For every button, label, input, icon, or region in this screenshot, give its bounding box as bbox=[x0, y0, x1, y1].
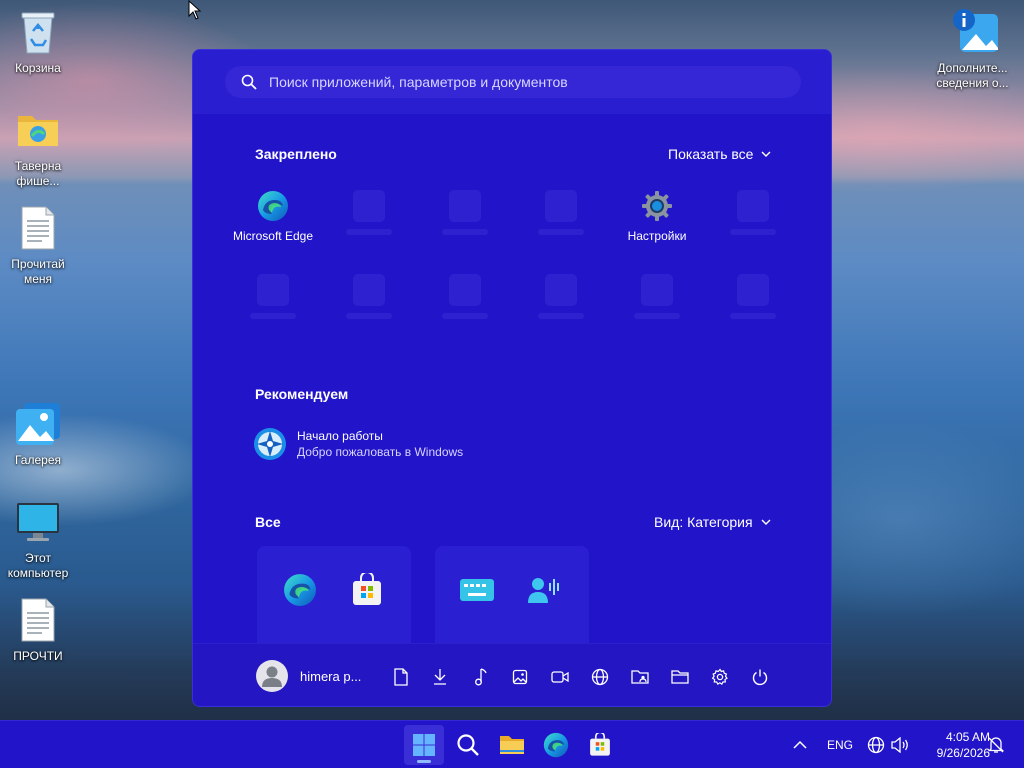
taskbar-store[interactable] bbox=[580, 725, 620, 765]
network-globe-icon[interactable] bbox=[866, 735, 886, 755]
desktop-icon-readme[interactable]: Прочитай меня bbox=[0, 204, 76, 287]
clock[interactable]: 4:05 AM 9/26/2026 bbox=[918, 729, 990, 761]
taskbar-search-button[interactable] bbox=[448, 725, 488, 765]
videos-icon[interactable] bbox=[550, 667, 570, 687]
info-icon bbox=[952, 8, 1000, 56]
pinned-section-title: Закреплено bbox=[255, 146, 337, 162]
text-file-icon bbox=[14, 596, 62, 644]
language-indicator[interactable]: ENG bbox=[827, 738, 853, 752]
search-box[interactable]: Поиск приложений, параметров и документо… bbox=[225, 66, 801, 98]
search-input[interactable]: Поиск приложений, параметров и документо… bbox=[269, 74, 568, 90]
personal-folder-icon[interactable] bbox=[630, 667, 650, 687]
pinned-placeholder bbox=[705, 182, 801, 254]
pinned-placeholder bbox=[705, 266, 801, 338]
voice-access-icon bbox=[526, 572, 562, 608]
desktop-icon-label: Корзина bbox=[15, 61, 61, 75]
music-icon[interactable] bbox=[471, 667, 491, 687]
desktop-icon-folder[interactable]: Таверна фише... bbox=[0, 106, 76, 189]
edge-icon bbox=[282, 572, 318, 608]
desktop-icon-label: Прочитай меня bbox=[11, 257, 65, 286]
start-search-area: Поиск приложений, параметров и документо… bbox=[193, 50, 831, 114]
recycle-bin-icon bbox=[14, 8, 62, 56]
desktop-icon-label: Этот компьютер bbox=[7, 551, 69, 580]
pinned-placeholder bbox=[321, 182, 417, 254]
recommended-item-title: Начало работы bbox=[297, 429, 383, 443]
search-icon bbox=[457, 734, 479, 756]
pinned-placeholder bbox=[513, 266, 609, 338]
desktop-icon-read[interactable]: ПРОЧТИ bbox=[0, 596, 76, 664]
settings-gear-icon bbox=[641, 190, 673, 222]
pictures-icon[interactable] bbox=[510, 667, 530, 687]
search-icon bbox=[241, 74, 257, 90]
desktop-icon-gallery[interactable]: Галерея bbox=[0, 400, 76, 468]
desktop-icon-label: Таверна фише... bbox=[14, 159, 62, 188]
show-all-button[interactable]: Показать все bbox=[668, 146, 771, 162]
pinned-placeholder bbox=[225, 266, 321, 338]
recommended-item-get-started[interactable]: Начало работы Добро пожаловать в Windows bbox=[253, 427, 463, 461]
file-explorer-icon bbox=[500, 736, 524, 754]
power-icon[interactable] bbox=[750, 667, 770, 687]
chevron-up-icon[interactable] bbox=[790, 735, 810, 755]
edge-icon bbox=[543, 732, 569, 758]
keyboard-icon bbox=[459, 572, 495, 608]
view-category-button[interactable]: Вид: Категория bbox=[654, 514, 771, 530]
pinned-app-label: Настройки bbox=[627, 229, 687, 243]
taskbar-edge[interactable] bbox=[536, 725, 576, 765]
pinned-app-edge[interactable]: Microsoft Edge bbox=[225, 182, 321, 254]
mouse-cursor-icon bbox=[188, 0, 202, 20]
desktop-icon-label: Дополните... сведения о... bbox=[936, 61, 1009, 90]
pinned-placeholder bbox=[609, 266, 705, 338]
pinned-placeholder bbox=[417, 266, 513, 338]
folder-icon bbox=[14, 106, 62, 154]
avatar bbox=[256, 660, 288, 692]
downloads-icon[interactable] bbox=[430, 667, 450, 687]
file-explorer-icon[interactable] bbox=[670, 667, 690, 687]
desktop-icon-info[interactable]: Дополните... сведения о... bbox=[936, 8, 1014, 91]
view-category-label: Вид: Категория bbox=[654, 514, 753, 530]
monitor-icon bbox=[14, 498, 62, 546]
user-name: himera p... bbox=[300, 668, 362, 684]
start-button[interactable] bbox=[404, 725, 444, 765]
gallery-icon bbox=[14, 400, 62, 448]
recommended-section-title: Рекомендуем bbox=[255, 386, 349, 402]
pinned-placeholder bbox=[417, 182, 513, 254]
pinned-placeholder bbox=[513, 182, 609, 254]
taskbar-file-explorer[interactable] bbox=[492, 725, 532, 765]
settings-icon[interactable] bbox=[710, 667, 730, 687]
show-all-label: Показать все bbox=[668, 146, 754, 162]
user-account-button[interactable]: himera p... bbox=[256, 660, 361, 692]
store-icon bbox=[349, 572, 385, 608]
pinned-app-settings[interactable]: Настройки bbox=[609, 182, 705, 254]
all-apps-section-title: Все bbox=[255, 514, 281, 530]
taskbar: ENG 4:05 AM 9/26/2026 bbox=[0, 720, 1024, 768]
notification-bell-icon[interactable] bbox=[986, 735, 1006, 755]
get-started-icon bbox=[254, 428, 286, 460]
store-icon bbox=[590, 733, 610, 756]
start-icon bbox=[413, 734, 435, 756]
documents-icon[interactable] bbox=[391, 667, 411, 687]
volume-icon[interactable] bbox=[890, 735, 910, 755]
chevron-down-icon bbox=[761, 519, 771, 525]
network-icon[interactable] bbox=[590, 667, 610, 687]
start-footer: himera p... bbox=[193, 643, 831, 706]
pinned-app-label: Microsoft Edge bbox=[232, 229, 314, 243]
start-menu: Поиск приложений, параметров и документо… bbox=[192, 49, 832, 707]
edge-icon bbox=[257, 190, 289, 222]
chevron-down-icon bbox=[761, 151, 771, 157]
clock-time: 4:05 AM bbox=[945, 730, 990, 744]
desktop-icon-label: Галерея bbox=[14, 453, 62, 467]
text-file-icon bbox=[14, 204, 62, 252]
clock-date: 9/26/2026 bbox=[936, 746, 990, 760]
recommended-item-subtitle: Добро пожаловать в Windows bbox=[297, 445, 464, 459]
desktop-icon-recycle-bin[interactable]: Корзина bbox=[0, 8, 76, 76]
desktop-icon-this-pc[interactable]: Этот компьютер bbox=[0, 498, 76, 581]
pinned-placeholder bbox=[321, 266, 417, 338]
desktop-icon-label: ПРОЧТИ bbox=[13, 649, 63, 663]
